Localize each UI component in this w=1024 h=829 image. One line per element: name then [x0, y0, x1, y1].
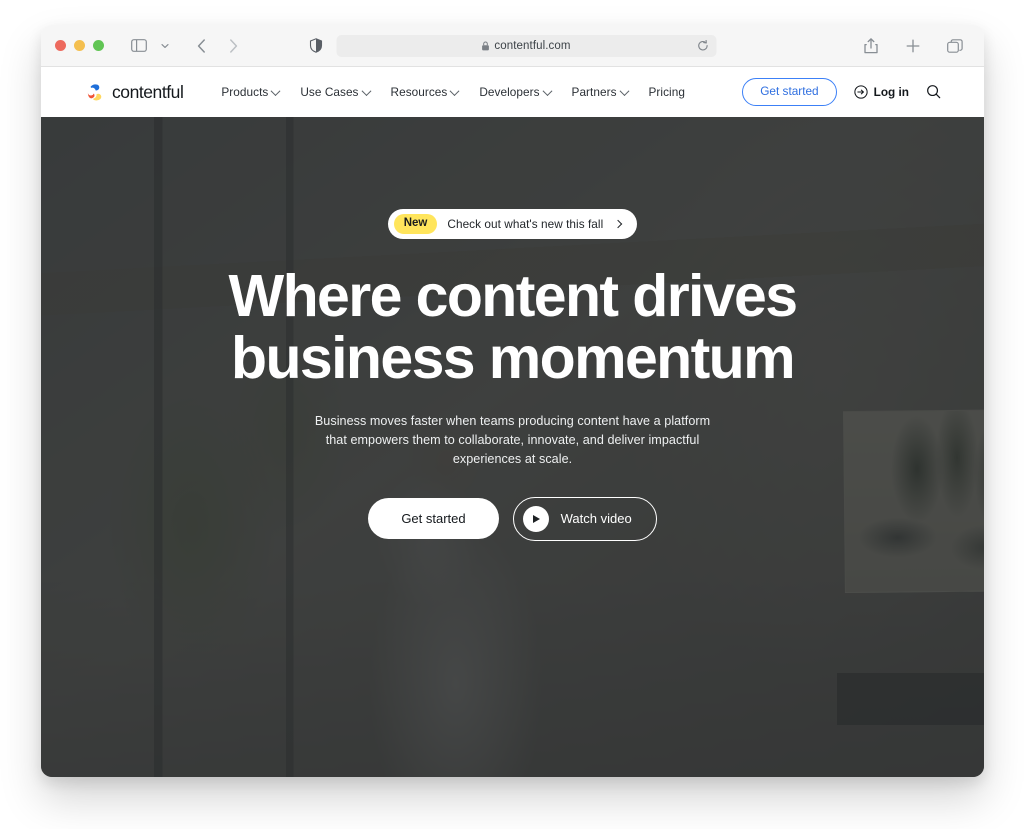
nav-item-label: Developers — [479, 85, 540, 99]
browser-window: contentful.com contentful Products Use C… — [41, 25, 984, 777]
tabs-overview-icon[interactable] — [942, 33, 968, 59]
nav-get-started-button[interactable]: Get started — [742, 78, 837, 106]
nav-item-label: Resources — [390, 85, 448, 99]
play-triangle — [533, 514, 541, 523]
nav-item-developers[interactable]: Developers — [479, 85, 552, 99]
contentful-logo-icon — [86, 83, 105, 102]
hero-cta-group: Get started Watch video — [41, 496, 984, 541]
address-bar-area: contentful.com — [309, 34, 716, 57]
new-tab-plus-icon[interactable] — [900, 33, 926, 59]
play-icon — [522, 505, 549, 532]
nav-item-use-cases[interactable]: Use Cases — [300, 85, 371, 99]
navigation-controls — [126, 33, 246, 59]
login-label: Log in — [873, 84, 909, 99]
login-arrow-icon — [853, 85, 868, 99]
browser-toolbar: contentful.com — [41, 25, 984, 67]
nav-item-resources[interactable]: Resources — [390, 85, 460, 99]
search-icon[interactable] — [926, 84, 941, 99]
chevron-right-icon — [614, 219, 623, 228]
brand-logo-link[interactable]: contentful — [86, 81, 184, 103]
hero-title: Where content drives business momentum — [41, 262, 984, 392]
brand-name: contentful — [112, 81, 184, 102]
shield-privacy-icon[interactable] — [309, 38, 322, 53]
nav-item-partners[interactable]: Partners — [571, 85, 629, 99]
nav-item-label: Pricing — [648, 85, 685, 99]
login-link[interactable]: Log in — [853, 84, 909, 99]
close-window-button[interactable] — [55, 40, 66, 51]
badge-new-pill: New — [393, 214, 438, 234]
maximize-window-button[interactable] — [93, 40, 104, 51]
url-input[interactable]: contentful.com — [336, 34, 716, 57]
chevron-down-icon — [542, 85, 552, 96]
hero-content: New Check out what's new this fall Where… — [41, 117, 984, 541]
minimize-window-button[interactable] — [74, 40, 85, 51]
chevron-down-icon — [619, 85, 629, 96]
window-traffic-lights — [55, 40, 104, 51]
hero-get-started-button[interactable]: Get started — [368, 498, 499, 540]
url-text: contentful.com — [494, 39, 571, 52]
hero-title-line-2: business momentum — [231, 325, 796, 392]
hero-subtitle: Business moves faster when teams produci… — [314, 413, 711, 466]
back-chevron-left-icon[interactable] — [188, 33, 214, 59]
hero-section: New Check out what's new this fall Where… — [41, 117, 984, 777]
hero-watch-video-label: Watch video — [560, 511, 632, 527]
nav-item-label: Products — [221, 85, 269, 99]
chevron-down-icon — [270, 85, 281, 96]
hero-title-line-1: Where content drives — [228, 262, 799, 329]
nav-item-label: Partners — [571, 85, 617, 99]
chevron-down-icon — [361, 85, 371, 96]
nav-item-pricing[interactable]: Pricing — [649, 85, 685, 99]
primary-nav-links: Products Use Cases Resources Developers … — [221, 85, 685, 99]
nav-item-label: Use Cases — [300, 85, 359, 99]
hero-watch-video-button[interactable]: Watch video — [512, 496, 657, 541]
lock-icon — [481, 41, 489, 51]
sidebar-icon[interactable] — [126, 33, 152, 59]
chevron-down-icon — [449, 85, 460, 96]
url-content: contentful.com — [481, 40, 570, 52]
reload-icon[interactable] — [697, 39, 708, 52]
share-icon[interactable] — [858, 33, 884, 59]
forward-chevron-right-icon[interactable] — [220, 33, 246, 59]
site-navigation-bar: contentful Products Use Cases Resources … — [41, 67, 984, 117]
badge-text: Check out what's new this fall — [447, 216, 604, 231]
toolbar-right-actions — [858, 33, 968, 59]
nav-right-actions: Get started Log in — [742, 78, 941, 106]
sidebar-dropdown-chevron-down-icon[interactable] — [158, 33, 172, 59]
nav-item-products[interactable]: Products — [221, 85, 281, 99]
announcement-badge[interactable]: New Check out what's new this fall — [387, 209, 638, 239]
